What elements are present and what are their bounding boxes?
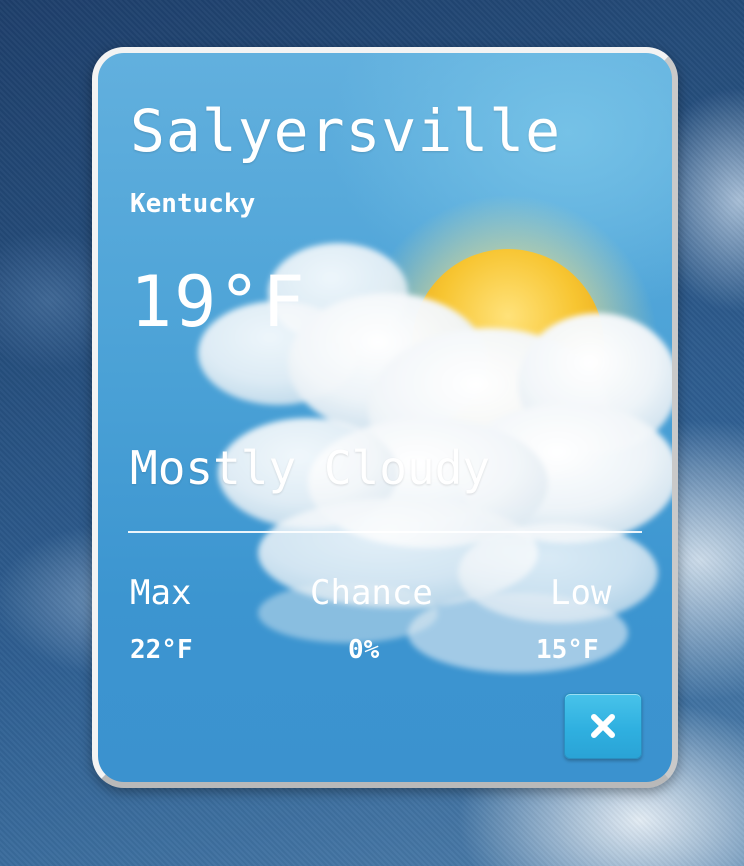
weather-condition: Mostly Cloudy: [130, 441, 491, 495]
stat-max-label: Max: [130, 573, 192, 613]
stat-chance-value: 0%: [348, 635, 380, 665]
current-temperature: 19°F: [130, 261, 307, 343]
stat-max-value: 22°F: [130, 635, 193, 665]
city-name: Salyersville: [130, 97, 562, 165]
stat-low-value: 15°F: [536, 635, 599, 665]
state-name: Kentucky: [130, 189, 256, 219]
close-icon: [591, 714, 615, 738]
stat-low-label: Low: [550, 573, 612, 613]
stat-chance-label: Chance: [310, 573, 433, 613]
weather-card: Salyersville Kentucky 19°F Mostly Cloudy…: [92, 47, 678, 788]
stat-max: Max 22°F: [130, 573, 193, 665]
stat-low: Low 15°F: [536, 573, 612, 665]
stat-chance: Chance 0%: [310, 573, 433, 665]
divider: [128, 531, 642, 533]
close-button[interactable]: [564, 693, 642, 759]
